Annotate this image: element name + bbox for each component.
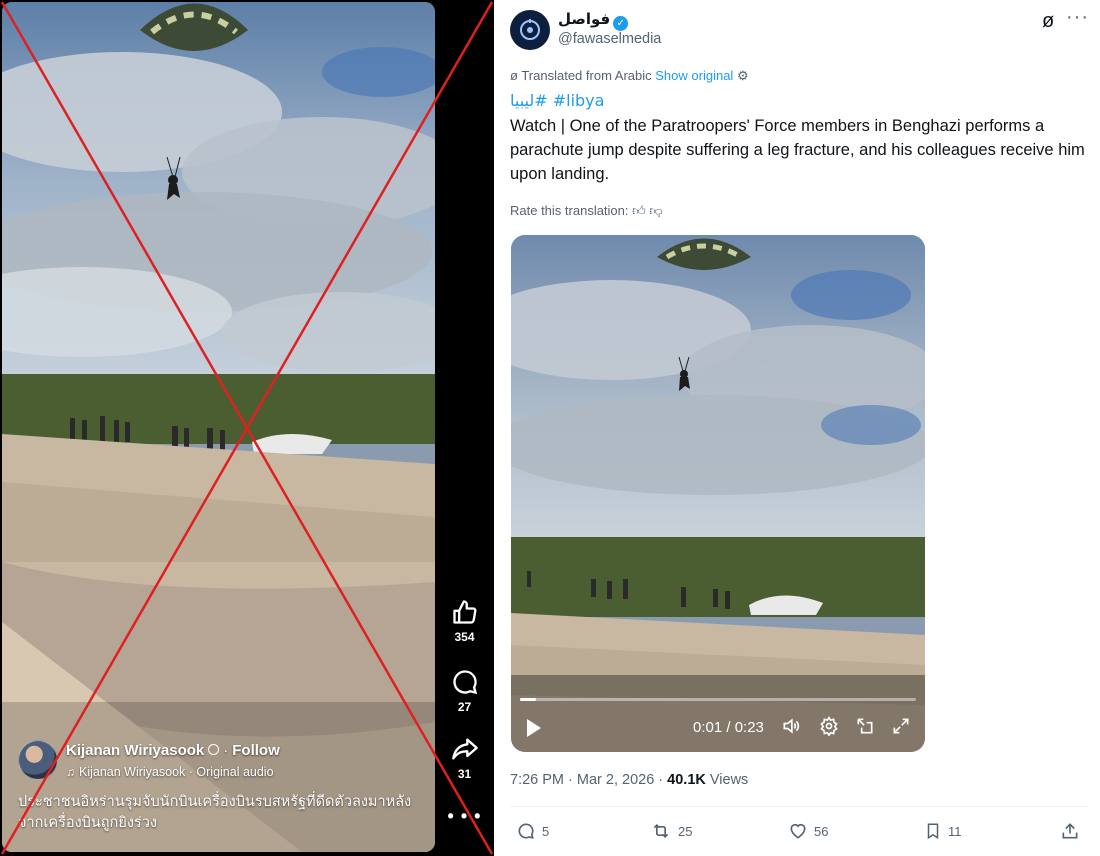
bookmark-icon [927, 823, 939, 840]
upload-icon [1062, 823, 1078, 839]
more-options-button[interactable]: ··· [1066, 6, 1089, 29]
verified-icon: ✓ [613, 16, 629, 31]
reel-action-rail: 354 27 31 • • • [435, 0, 494, 856]
rate-label: Rate this translation: [510, 203, 629, 218]
share-icon [451, 738, 478, 760]
reel-separator: · [223, 742, 229, 759]
fullscreen-icon[interactable] [891, 716, 911, 741]
video-time: 0:01 / 0:23 [693, 719, 764, 736]
view-count: 40.1K [667, 772, 706, 788]
bookmark-count: 11 [948, 823, 962, 839]
video-progress-fill [520, 698, 536, 701]
view-label: Views [705, 772, 749, 788]
handle[interactable]: @fawaselmedia [558, 31, 661, 47]
display-name[interactable]: فواصل ✓ [558, 10, 629, 31]
like-button[interactable]: 56 [788, 821, 828, 841]
reel-share-count: 31 [457, 767, 472, 781]
grok-icon[interactable]: ø [1042, 10, 1054, 33]
tweet-action-bar: 5 25 56 11 [510, 818, 1088, 848]
reel-caption: ประชาชนอิหร่านรุมจับนักบินเครื่องบินรบสห… [18, 794, 412, 831]
rate-translation: Rate this translation: 👍︎ 👎︎ [510, 203, 663, 219]
tweet-text: Watch | One of the Paratroopers' Force m… [510, 117, 1085, 183]
reel-like-button[interactable]: 354 [435, 598, 494, 644]
hashtags[interactable]: ليبيا# #libya [510, 91, 604, 110]
tweet: فواصل ✓ @fawaselmedia ø ··· ø Translated … [498, 0, 1100, 856]
divider [510, 806, 1088, 807]
avatar[interactable] [510, 10, 550, 50]
reply-count: 5 [542, 823, 550, 839]
repost-count: 25 [678, 823, 693, 839]
reel-audio[interactable]: ♫ Kijanan Wiriyasook · Original audio [66, 765, 274, 779]
translation-notice: ø Translated from Arabic Show original ⚙ [510, 68, 749, 84]
globe-icon [208, 744, 220, 755]
reply-icon [518, 823, 534, 839]
comment-icon [452, 670, 477, 695]
account-logo-icon [520, 19, 540, 40]
reel-comment-count: 27 [457, 700, 472, 714]
reel-screenshot: 354 27 31 • • • Kijanan Wiriyasook · Follo… [0, 0, 494, 856]
settings-icon[interactable] [819, 716, 839, 741]
reel-more-button[interactable]: • • • [435, 806, 494, 827]
like-count: 56 [814, 823, 829, 839]
tweet-video-player[interactable]: 0:01 / 0:23 [511, 235, 925, 752]
reel-comment-button[interactable]: 27 [435, 668, 494, 714]
follow-button[interactable]: Follow [232, 742, 280, 759]
reel-video[interactable] [2, 2, 435, 852]
thumbs-up-icon [452, 600, 476, 624]
repost-button[interactable]: 25 [650, 821, 692, 841]
reel-like-count: 354 [454, 630, 475, 644]
play-icon[interactable] [527, 719, 541, 737]
translated-label: Translated from Arabic [521, 68, 652, 83]
video-controls: 0:01 / 0:23 [511, 710, 925, 750]
reel-author-name[interactable]: Kijanan Wiriyasook [66, 742, 204, 759]
video-progress-bar[interactable] [520, 698, 916, 701]
bookmark-button[interactable]: 11 [924, 821, 962, 841]
reel-share-button[interactable]: 31 [435, 735, 494, 781]
thumbs-down-icon[interactable]: 👎︎ [649, 203, 662, 218]
reel-audio-label: Kijanan Wiriyasook · Original audio [79, 765, 274, 779]
settings-icon[interactable]: ⚙ [737, 68, 749, 83]
avatar[interactable] [18, 740, 58, 780]
repost-icon [653, 823, 669, 839]
reply-button[interactable]: 5 [516, 821, 549, 841]
thumbs-up-icon[interactable]: 👍︎ [632, 203, 646, 218]
tweet-time[interactable]: 7:26 PM · Mar 2, 2026 · [510, 772, 667, 788]
tweet-timestamp: 7:26 PM · Mar 2, 2026 · 40.1K Views [510, 772, 748, 788]
show-original-link[interactable]: Show original [655, 68, 733, 83]
volume-icon[interactable] [781, 716, 801, 741]
share-button[interactable] [1060, 821, 1080, 841]
pip-icon[interactable] [855, 716, 875, 741]
parachute-scene-image [511, 235, 925, 752]
display-name-text: فواصل [558, 10, 611, 28]
music-note-icon: ♫ [66, 765, 75, 779]
heart-icon [790, 823, 806, 839]
parachute-scene-image [2, 2, 435, 852]
reel-author-row: Kijanan Wiriyasook · Follow [66, 742, 280, 759]
grok-icon: ø [510, 68, 518, 83]
